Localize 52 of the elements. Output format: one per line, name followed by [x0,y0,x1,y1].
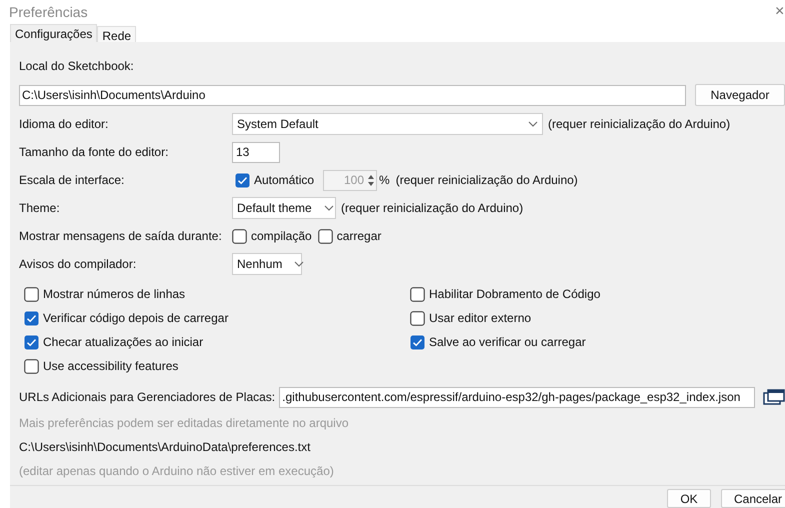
checkbox-label: carregar [336,228,382,245]
note-text: (requer reinicialização do Arduino) [396,172,578,189]
field-label: Idioma do editor: [19,116,110,133]
caret-icon [528,121,538,127]
unit-label: % [379,172,390,189]
note-text: (requer reinicialização do Arduino) [548,116,730,133]
checkbox-label: Verificar código depois de carregar [43,310,228,327]
checkbox[interactable] [318,228,333,244]
checkbox-label: Salve ao verificar ou carregar [429,334,586,351]
field-label: Mostrar mensagens de saída durante: [19,228,223,245]
note-text: (editar apenas quando o Arduino não estiver em execução) [19,463,335,480]
checkbox[interactable] [235,172,250,188]
ok-button[interactable]: OK [667,489,711,508]
file-path: C:\Users\isinh\Documents\ArduinoData\preferences.txt [19,439,312,456]
field-label: Avisos do compilador: [19,256,138,273]
checkbox[interactable] [24,358,39,374]
checkbox[interactable] [410,334,425,350]
text-field[interactable]: 13 [232,142,280,162]
checkbox[interactable] [24,286,39,302]
url-field[interactable]: .githubusercontent.com/espressif/arduino-esp32/gh-pages/package_esp32_index.json [279,386,755,408]
note-text: (requer reinicialização do Arduino) [341,200,524,217]
browse-button[interactable]: Navegador [695,84,785,106]
caret-icon [324,205,334,211]
field-label: Tamanho da fonte do editor: [19,144,170,161]
checkbox[interactable] [24,334,39,350]
checkbox[interactable] [410,286,425,302]
caret-icon [294,261,304,267]
dropdown[interactable]: Nenhum [232,253,302,275]
field-label: Theme: [19,200,61,217]
dropdown[interactable]: Default theme [232,197,336,219]
cancel-button[interactable]: Cancelar [721,489,785,508]
checkbox-label: Automático [254,172,314,189]
tab[interactable]: Rede [97,26,136,42]
path-field[interactable]: C:\Users\isinh\Documents\Arduino [19,84,686,106]
checkbox[interactable] [24,310,39,326]
field-label: Escala de interface: [19,172,126,189]
checkbox-label: compilação [251,228,312,245]
checkbox-label: Use accessibility features [43,358,178,375]
checkbox-label: Usar editor externo [429,310,532,327]
field-label: Local do Sketchbook: [19,58,135,75]
checkbox-label: Habilitar Dobramento de Código [429,286,600,303]
checkbox[interactable] [232,228,247,244]
dropdown[interactable]: System Default [232,113,543,135]
window-title: Preferências [9,2,88,22]
checkbox-label: Checar atualizações ao iniciar [43,334,204,351]
field-label: URLs Adicionais para Gerenciadores de Placas: [19,389,276,406]
tab[interactable]: Configurações [10,24,98,42]
window-icon[interactable] [763,389,785,405]
close-button[interactable]: × [775,4,785,20]
checkbox-label: Mostrar números de linhas [43,286,186,303]
checkbox[interactable] [410,310,425,326]
hint-text: Mais preferências podem ser editadas diretamente no arquivo [19,415,350,432]
